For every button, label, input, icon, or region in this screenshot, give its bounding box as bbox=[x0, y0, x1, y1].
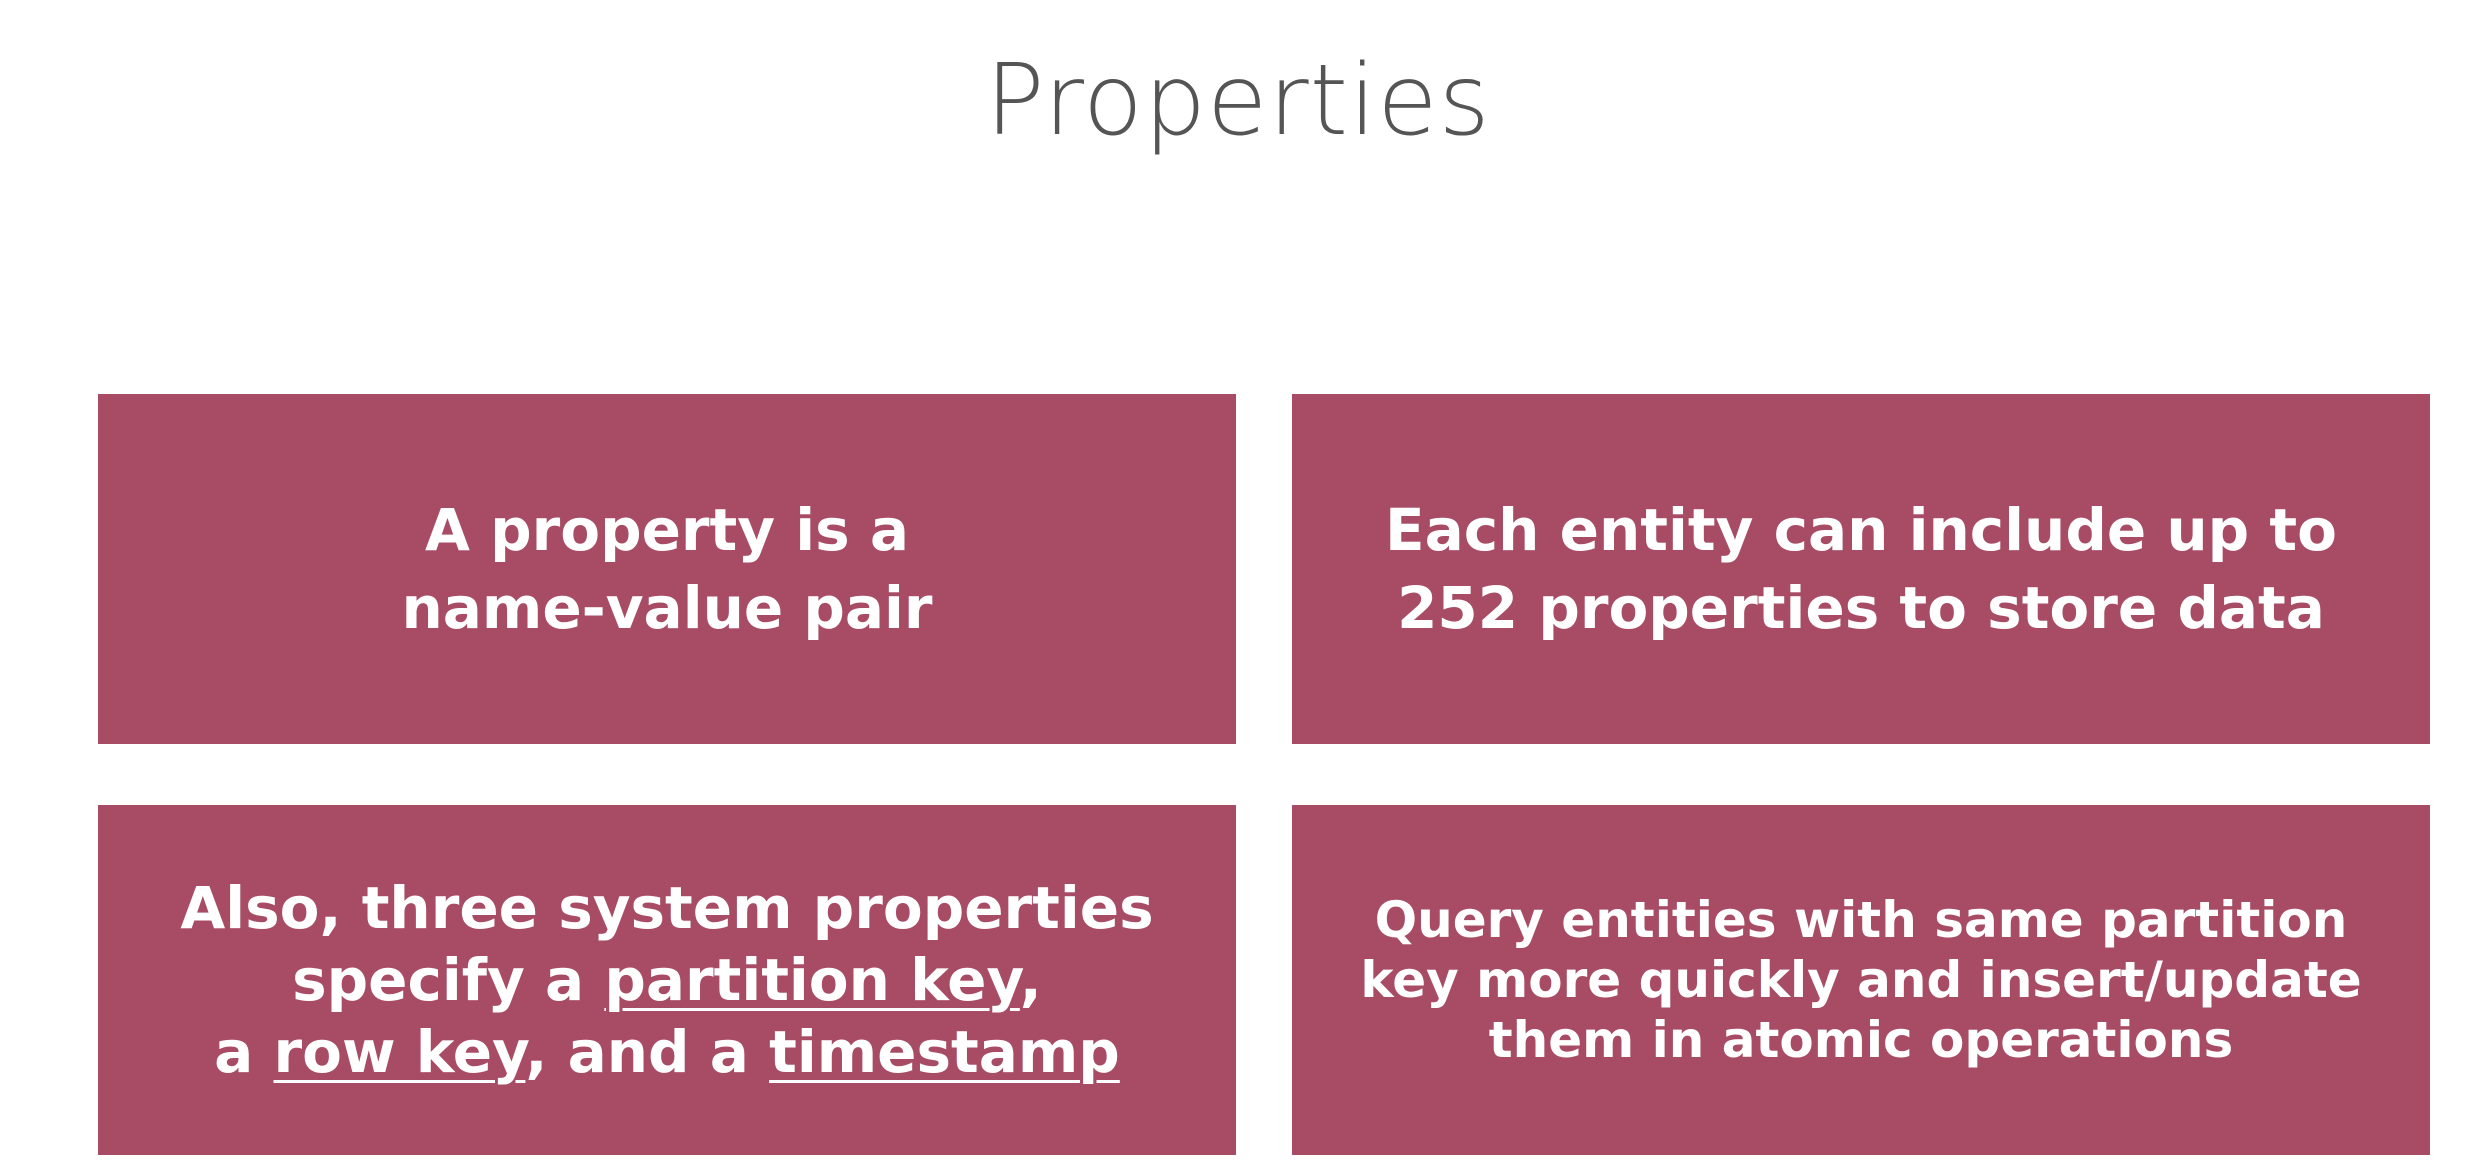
card-text: Each entity can include up to 252 proper… bbox=[1385, 491, 2337, 647]
card-line-text: name-value pair bbox=[401, 574, 933, 642]
card-line: name-value pair bbox=[401, 569, 932, 647]
card-line: Query entities with same partition bbox=[1360, 890, 2361, 950]
card-partition-query: Query entities with same partition key m… bbox=[1292, 805, 2430, 1155]
row-key-term: row key bbox=[273, 1018, 526, 1086]
card-line: specify a partition key, bbox=[180, 944, 1153, 1016]
card-line-text: key more quickly and insert/update bbox=[1360, 951, 2362, 1009]
card-line-text: Query entities with same partition bbox=[1374, 891, 2348, 949]
card-text: A property is a name-value pair bbox=[401, 491, 932, 647]
card-line: key more quickly and insert/update bbox=[1360, 950, 2361, 1010]
card-line-text: a bbox=[214, 1018, 274, 1086]
slide-title: Properties bbox=[985, 44, 1491, 158]
card-line: Each entity can include up to bbox=[1385, 491, 2337, 569]
card-property-limit: Each entity can include up to 252 proper… bbox=[1292, 394, 2430, 744]
card-property-definition: A property is a name-value pair bbox=[98, 394, 1236, 744]
card-line-text: , bbox=[1019, 946, 1042, 1014]
card-line: a row key, and a timestamp bbox=[180, 1016, 1153, 1088]
card-system-properties: Also, three system properties specify a … bbox=[98, 805, 1236, 1155]
card-line-text: A property is a bbox=[425, 496, 909, 564]
card-line-text: them in atomic operations bbox=[1488, 1011, 2234, 1069]
card-line-text: Also, three system properties bbox=[180, 874, 1154, 942]
card-text: Query entities with same partition key m… bbox=[1360, 890, 2361, 1070]
partition-key-term: partition key bbox=[604, 946, 1020, 1014]
card-line: A property is a bbox=[401, 491, 932, 569]
card-line-text: Each entity can include up to bbox=[1385, 496, 2337, 564]
card-line-text: , and a bbox=[525, 1018, 770, 1086]
card-text: Also, three system properties specify a … bbox=[180, 872, 1153, 1088]
timestamp-term: timestamp bbox=[769, 1018, 1120, 1086]
card-line: Also, three system properties bbox=[180, 872, 1153, 944]
card-line: 252 properties to store data bbox=[1385, 569, 2337, 647]
card-line: them in atomic operations bbox=[1360, 1010, 2361, 1070]
card-line-text: specify a bbox=[292, 946, 605, 1014]
card-line-text: 252 properties to store data bbox=[1397, 574, 2325, 642]
